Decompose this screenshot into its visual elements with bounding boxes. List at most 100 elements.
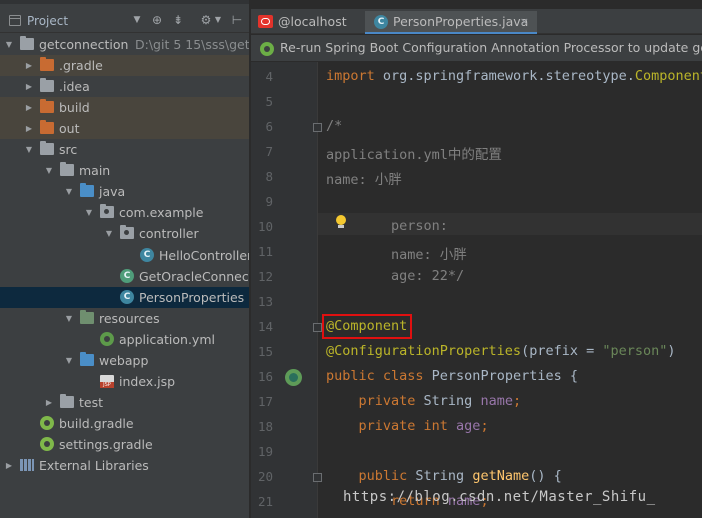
class-icon: C	[374, 15, 388, 29]
folder-icon	[40, 78, 54, 93]
gradle-icon	[40, 415, 54, 430]
expand-down-icon[interactable]: ▼	[4, 34, 14, 55]
tree-item[interactable]: ▼ controller	[0, 223, 249, 244]
line-number: 7	[265, 144, 273, 159]
code-line[interactable]: private int age;	[326, 418, 489, 434]
hide-icon[interactable]: ⊢	[230, 11, 244, 29]
code-token: age: 22*/	[326, 268, 465, 284]
notification-bar[interactable]: Re-run Spring Boot Configuration Annotat…	[251, 35, 702, 62]
tree-item[interactable]: ▼ com.example	[0, 202, 249, 223]
gear-dropdown-icon[interactable]: ▼	[213, 11, 223, 29]
source-folder-icon	[80, 351, 94, 366]
package-icon	[120, 225, 134, 240]
expand-down-icon[interactable]: ▼	[44, 160, 54, 181]
project-title[interactable]: Project	[27, 14, 68, 28]
tree-item[interactable]: ▼ src	[0, 139, 249, 160]
tree-item[interactable]: ▼ webapp	[0, 350, 249, 371]
expand-right-icon[interactable]: ▶	[24, 76, 34, 97]
folder-icon	[40, 57, 54, 72]
tab-personproperties[interactable]: C PersonProperties.java ×	[365, 11, 537, 34]
expand-right-icon[interactable]: ▶	[24, 97, 34, 118]
jsp-file-icon	[100, 374, 114, 388]
tree-item[interactable]: ▶ build	[0, 97, 249, 119]
expand-down-icon[interactable]: ▼	[64, 181, 74, 202]
line-number: 9	[265, 194, 273, 209]
tree-item[interactable]: ▼ main	[0, 160, 249, 181]
code-token: ;	[480, 418, 489, 434]
code-line[interactable]: /*	[326, 118, 342, 134]
fold-marker-icon[interactable]	[313, 123, 322, 132]
tree-item[interactable]: ▼ resources	[0, 308, 249, 329]
close-icon[interactable]: ×	[520, 11, 529, 32]
tree-item-label: External Libraries	[39, 458, 149, 473]
code-token: prefix =	[529, 343, 603, 359]
code-token: String	[423, 393, 481, 409]
code-editor[interactable]: 4 5 6 7 8 9 10 11 12 13 14 15 16 17 18 19 20 21 import or…	[251, 62, 702, 518]
tree-item[interactable]: C GetOracleConnectA	[0, 266, 249, 287]
tree-item-label: com.example	[119, 205, 204, 221]
tab-label: PersonProperties.java	[393, 14, 529, 29]
code-line[interactable]: name: 小胖	[326, 243, 467, 263]
code-line[interactable]: private String name;	[326, 393, 522, 409]
line-number: 15	[257, 344, 273, 359]
spring-bean-icon[interactable]	[285, 369, 302, 386]
line-number: 6	[265, 119, 273, 134]
code-line[interactable]: public String getName() {	[326, 468, 562, 484]
collapse-icon[interactable]: ⇟	[171, 11, 185, 29]
code-token: private	[326, 393, 424, 409]
expand-down-icon[interactable]: ▼	[64, 350, 74, 371]
editor-gutter: 4 5 6 7 8 9 10 11 12 13 14 15 16 17 18 19 20 21	[251, 62, 322, 518]
code-line[interactable]: name: 小胖	[326, 168, 402, 188]
folder-icon	[60, 393, 74, 408]
fold-marker-icon[interactable]	[313, 473, 322, 482]
chevron-down-icon[interactable]: ▼	[131, 11, 143, 29]
tree-item-label: index.jsp	[119, 373, 176, 389]
tree-item-label: src	[59, 142, 78, 158]
folder-icon	[40, 120, 54, 135]
target-icon[interactable]: ⊕	[150, 11, 164, 29]
line-number: 16	[257, 369, 273, 384]
code-line[interactable]: public class PersonProperties {	[326, 368, 578, 384]
tree-item[interactable]: ▶ .idea	[0, 76, 249, 97]
tree-item[interactable]: C PersonProperties	[0, 286, 249, 308]
code-line[interactable]: application.yml中的配置	[326, 143, 502, 163]
tree-item[interactable]: ▼ java	[0, 181, 249, 202]
tree-item[interactable]: ▶ .gradle	[0, 55, 249, 77]
tree-item[interactable]: application.yml	[0, 329, 249, 350]
tree-item[interactable]: ▶ External Libraries	[0, 455, 249, 476]
tree-item[interactable]: ▼ getconnection D:\git 5 15\sss\getco	[0, 34, 249, 55]
folder-icon	[60, 162, 74, 177]
code-line[interactable]: person:	[326, 218, 448, 234]
gear-icon[interactable]: ⚙	[199, 11, 213, 29]
code-line[interactable]: age: 22*/	[326, 268, 464, 284]
expand-right-icon[interactable]: ▶	[24, 118, 34, 139]
tree-item[interactable]: ▶ test	[0, 392, 249, 413]
code-line[interactable]: @ConfigurationProperties(prefix = "perso…	[326, 343, 676, 359]
code-token: /*	[326, 118, 343, 134]
tab-localhost[interactable]: @localhost	[251, 11, 363, 34]
line-number: 14	[257, 319, 273, 334]
expand-down-icon[interactable]: ▼	[104, 223, 114, 244]
tree-item[interactable]: ▶ out	[0, 118, 249, 140]
tree-item-label: test	[79, 394, 104, 410]
tree-item-label: build	[59, 100, 90, 116]
expand-down-icon[interactable]: ▼	[84, 202, 94, 223]
line-number: 18	[257, 419, 273, 434]
tree-item[interactable]: build.gradle	[0, 413, 249, 434]
top-strip	[0, 0, 249, 4]
expand-right-icon[interactable]: ▶	[4, 455, 14, 476]
tree-item-label: webapp	[99, 352, 149, 368]
tree-item[interactable]: C HelloController	[0, 245, 249, 266]
code-line[interactable]: import org.springframework.stereotype.Co…	[326, 68, 702, 84]
tree-item-label: controller	[139, 226, 199, 242]
line-number: 19	[257, 444, 273, 459]
expand-right-icon[interactable]: ▶	[44, 392, 54, 413]
tree-item[interactable]: settings.gradle	[0, 434, 249, 455]
fold-marker-icon[interactable]	[313, 323, 322, 332]
line-number: 21	[257, 494, 273, 509]
expand-down-icon[interactable]: ▼	[24, 139, 34, 160]
expand-down-icon[interactable]: ▼	[64, 308, 74, 329]
expand-right-icon[interactable]: ▶	[24, 55, 34, 76]
tree-item[interactable]: index.jsp	[0, 371, 249, 392]
tree-item-label: .idea	[59, 79, 90, 95]
